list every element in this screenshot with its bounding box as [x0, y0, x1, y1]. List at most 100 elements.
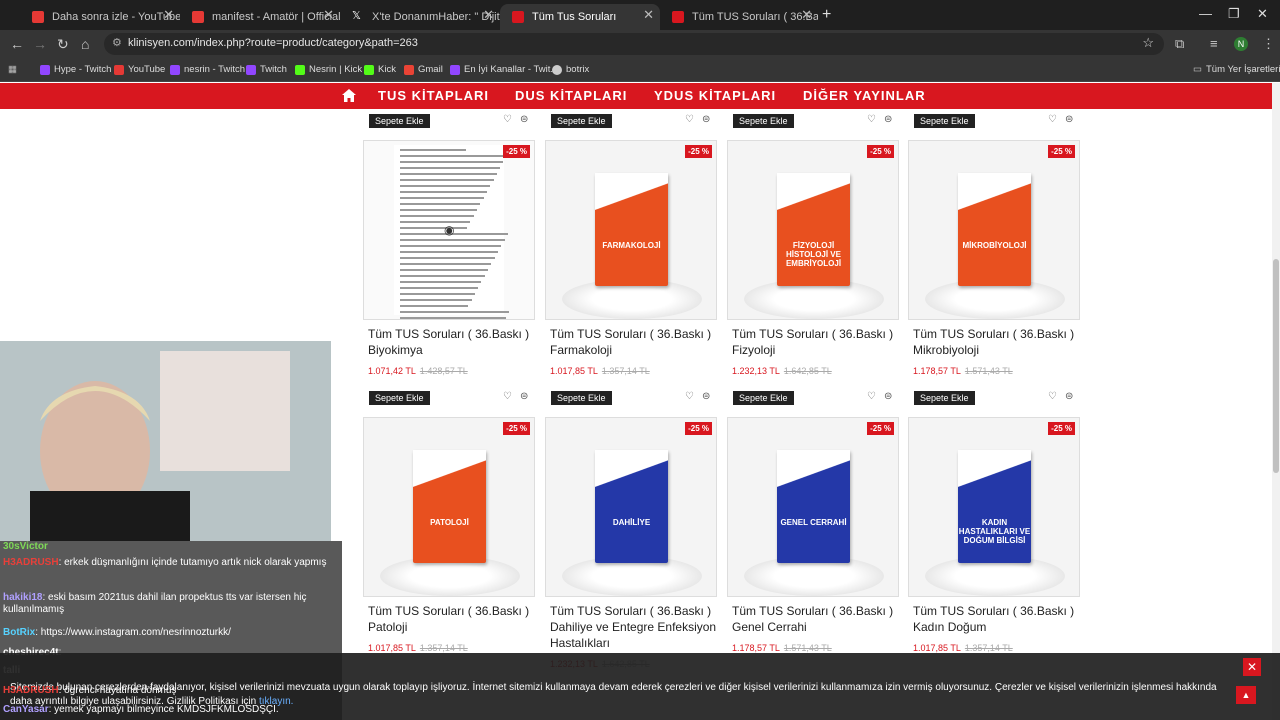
- chat-message: hakiki18: eski basım 2021tus dahil ilan …: [3, 592, 339, 616]
- profile-avatar[interactable]: N: [1234, 37, 1248, 51]
- product-title[interactable]: Tüm TUS Soruları ( 36.Baskı ) Farmakoloj…: [550, 326, 730, 358]
- wishlist-icon[interactable]: ♡: [1048, 391, 1057, 402]
- product-image[interactable]: FİZYOLOJİ HİSTOLOJİ VE EMBRİYOLOJİ -25 %: [727, 140, 899, 320]
- bookmark-botrix[interactable]: botrix: [552, 64, 589, 75]
- product-title[interactable]: Tüm TUS Soruları ( 36.Baskı ) Mikrobiyol…: [913, 326, 1093, 358]
- close-icon[interactable]: ✕: [801, 7, 812, 23]
- discount-badge: -25 %: [685, 422, 712, 435]
- wishlist-icon[interactable]: ♡: [503, 391, 512, 402]
- tab-youtube-manifest[interactable]: manifest - Amatör | Official Mu ✕: [180, 4, 340, 30]
- new-tab-icon[interactable]: +: [822, 6, 831, 24]
- product-image[interactable]: ◉ -25 %: [363, 140, 535, 320]
- bookmark-nesrin-kick[interactable]: Nesrin | Kick: [295, 64, 362, 75]
- add-to-cart-button[interactable]: Sepete Ekle: [733, 391, 794, 405]
- bookmark-youtube[interactable]: YouTube: [114, 64, 165, 75]
- scrollbar-thumb[interactable]: [1273, 259, 1279, 473]
- compare-icon[interactable]: ⊜: [884, 114, 892, 125]
- tab-youtube-watch-later[interactable]: Daha sonra izle - YouTube ✕: [20, 4, 180, 30]
- compare-icon[interactable]: ⊜: [520, 391, 528, 402]
- address-bar[interactable]: ⚙ klinisyen.com/index.php?route=product/…: [104, 33, 1164, 55]
- cover-stripe: [595, 450, 668, 490]
- compare-icon[interactable]: ⊜: [520, 114, 528, 125]
- add-to-cart-button[interactable]: Sepete Ekle: [551, 114, 612, 128]
- nav-dus-kitaplari[interactable]: DUS KİTAPLARI: [515, 88, 627, 103]
- bookmark-gmail[interactable]: Gmail: [404, 64, 443, 75]
- close-icon[interactable]: ✕: [643, 7, 654, 23]
- wishlist-icon[interactable]: ♡: [503, 114, 512, 125]
- product-title[interactable]: Tüm TUS Soruları ( 36.Baskı ) Patoloji: [368, 603, 548, 635]
- add-to-cart-button[interactable]: Sepete Ekle: [369, 391, 430, 405]
- close-icon[interactable]: ✕: [323, 7, 334, 23]
- product-image[interactable]: MİKROBİYOLOJİ -25 %: [908, 140, 1080, 320]
- wishlist-icon[interactable]: ♡: [867, 114, 876, 125]
- wishlist-icon[interactable]: ♡: [867, 391, 876, 402]
- site-info-icon[interactable]: ⚙: [112, 36, 122, 49]
- home-icon[interactable]: ⌂: [81, 36, 89, 52]
- product-title[interactable]: Tüm TUS Soruları ( 36.Baskı ) Fizyoloji: [732, 326, 912, 358]
- add-to-cart-button[interactable]: Sepete Ekle: [551, 391, 612, 405]
- current-price: 1.017,85 TL: [368, 643, 416, 653]
- media-control-icon[interactable]: ≡: [1210, 36, 1218, 51]
- product-image[interactable]: GENEL CERRAHİ -25 %: [727, 417, 899, 597]
- nav-diger-yayinlar[interactable]: DİĞER YAYINLAR: [803, 88, 926, 103]
- quick-view-icon[interactable]: ◉: [444, 223, 454, 237]
- back-icon[interactable]: ←: [10, 36, 24, 52]
- bookmark-star-icon[interactable]: ☆: [1142, 35, 1154, 51]
- book-title: FİZYOLOJİ HİSTOLOJİ VE EMBRİYOLOJİ: [785, 241, 842, 268]
- chat-user: hakiki18: [3, 592, 43, 603]
- tab-tum-tus-biyokimya[interactable]: Tüm TUS Soruları ( 36.Baskı ) B ✕: [660, 4, 818, 30]
- bookmark-twitch[interactable]: Twitch: [246, 64, 287, 75]
- wishlist-icon[interactable]: ♡: [685, 114, 694, 125]
- scroll-to-top-button[interactable]: ▲: [1236, 686, 1256, 704]
- product-image[interactable]: PATOLOJİ -25 %: [363, 417, 535, 597]
- forward-icon[interactable]: →: [33, 36, 47, 52]
- minimize-icon[interactable]: —: [1199, 6, 1212, 21]
- add-to-cart-button[interactable]: Sepete Ekle: [914, 391, 975, 405]
- apps-icon[interactable]: ▦: [8, 64, 17, 75]
- cover-stripe: [958, 450, 1031, 490]
- reload-icon[interactable]: ↻: [57, 36, 69, 53]
- product-title[interactable]: Tüm TUS Soruları ( 36.Baskı ) Dahiliye v…: [550, 603, 730, 651]
- product-title[interactable]: Tüm TUS Soruları ( 36.Baskı ) Kadın Doğu…: [913, 603, 1093, 635]
- wishlist-icon[interactable]: ♡: [685, 391, 694, 402]
- product-title[interactable]: Tüm TUS Soruları ( 36.Baskı ) Biyokimya: [368, 326, 548, 358]
- book-title: KADIN HASTALIKLARI VE DOĞUM BİLGİSİ: [958, 518, 1031, 545]
- product-image[interactable]: KADIN HASTALIKLARI VE DOĞUM BİLGİSİ -25 %: [908, 417, 1080, 597]
- compare-icon[interactable]: ⊜: [884, 391, 892, 402]
- cover-stripe: [413, 450, 486, 490]
- compare-icon[interactable]: ⊜: [1065, 114, 1073, 125]
- close-icon[interactable]: ✕: [163, 7, 174, 23]
- close-icon[interactable]: ✕: [483, 7, 494, 23]
- page-scrollbar[interactable]: [1272, 83, 1280, 720]
- tab-x-donanimhaber[interactable]: 𝕏 X'te DonanımHaber: " Dijital ✕: [340, 4, 500, 30]
- nav-ydus-kitaplari[interactable]: YDUS KİTAPLARI: [654, 88, 776, 103]
- maximize-icon[interactable]: ❐: [1228, 6, 1240, 22]
- compare-icon[interactable]: ⊜: [702, 391, 710, 402]
- wishlist-icon[interactable]: ♡: [1048, 114, 1057, 125]
- discount-badge: -25 %: [867, 422, 894, 435]
- extensions-icon[interactable]: ⧉: [1175, 36, 1184, 52]
- add-to-cart-button[interactable]: Sepete Ekle: [733, 114, 794, 128]
- product-image[interactable]: FARMAKOLOJİ -25 %: [545, 140, 717, 320]
- youtube-icon: [114, 64, 124, 75]
- menu-icon[interactable]: ⋮: [1262, 36, 1275, 52]
- bookmark-nesrin-twitch[interactable]: nesrin - Twitch: [170, 64, 245, 75]
- add-to-cart-button[interactable]: Sepete Ekle: [914, 114, 975, 128]
- old-price: 1.357,14 TL: [419, 643, 468, 653]
- tab-tum-tus-sorulari[interactable]: Tüm Tus Soruları ✕: [500, 4, 660, 30]
- home-icon[interactable]: [342, 89, 356, 102]
- compare-icon[interactable]: ⊜: [1065, 391, 1073, 402]
- compare-icon[interactable]: ⊜: [702, 114, 710, 125]
- book-title: GENEL CERRAHİ: [780, 518, 847, 527]
- bookmark-hype-twitch[interactable]: Hype - Twitch: [40, 64, 111, 75]
- window-close-icon[interactable]: ✕: [1257, 6, 1268, 22]
- cookie-close-button[interactable]: ✕: [1243, 658, 1261, 676]
- add-to-cart-button[interactable]: Sepete Ekle: [369, 114, 430, 128]
- nav-tus-kitaplari[interactable]: TUS KİTAPLARI: [378, 88, 489, 103]
- bookmark-kick[interactable]: Kick: [364, 64, 396, 75]
- product-title[interactable]: Tüm TUS Soruları ( 36.Baskı ) Genel Cerr…: [732, 603, 912, 635]
- all-bookmarks-folder[interactable]: ▭ Tüm Yer İşaretleri: [1193, 64, 1280, 75]
- product-image[interactable]: DAHİLİYE -25 %: [545, 417, 717, 597]
- bookmark-en-iyi-kanallar[interactable]: En İyi Kanallar - Twit...: [450, 64, 558, 75]
- product-price: 1.232,13 TL1.642,85 TL: [732, 366, 832, 376]
